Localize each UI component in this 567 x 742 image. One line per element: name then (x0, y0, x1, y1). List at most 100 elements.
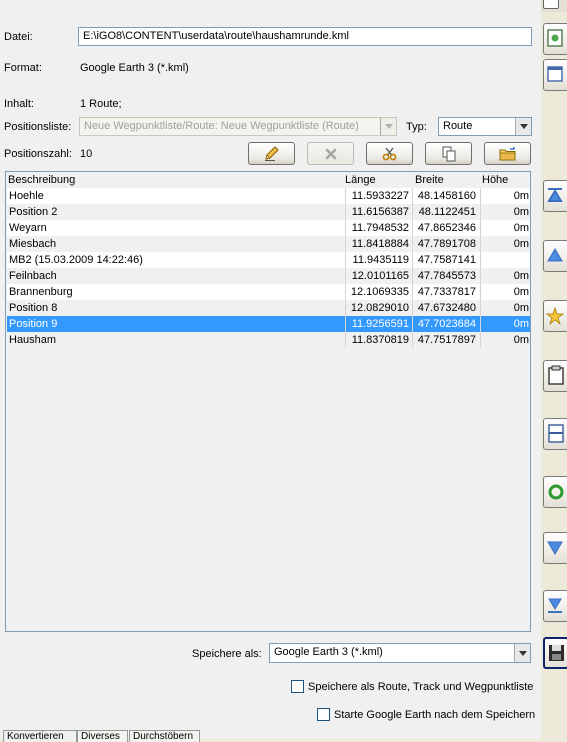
table-row[interactable]: Hoehle 11.5933227 48.1458160 0m (7, 188, 530, 204)
main-panel: Datei: E:\iGO8\CONTENT\userdata\route\ha… (0, 0, 541, 742)
column-divider (412, 188, 413, 348)
new-file-button[interactable] (543, 23, 567, 55)
cell-breite: 47.7517897 (417, 334, 476, 346)
cell-breite: 48.1122451 (418, 206, 476, 218)
cell-breite: 47.6732480 (417, 302, 476, 314)
cell-laenge: 11.5933227 (351, 190, 409, 202)
table-row[interactable]: Position 8 12.0829010 47.6732480 0m (7, 300, 530, 316)
arrow-down-icon (547, 541, 563, 555)
col-header-beschreibung[interactable]: Beschreibung (8, 172, 75, 188)
paste-button[interactable] (484, 142, 531, 165)
column-divider (480, 188, 481, 348)
cell-beschreibung: Position 9 (9, 318, 58, 330)
move-bottom-button[interactable] (543, 590, 567, 622)
typ-label: Typ: (406, 121, 427, 133)
globe-file-icon (547, 29, 563, 47)
cell-beschreibung: Position 2 (9, 206, 58, 218)
cell-hoehe: 0m (513, 238, 529, 250)
open-file-button[interactable] (543, 59, 567, 91)
inhalt-label: Inhalt: (4, 98, 34, 110)
move-top-button[interactable] (543, 180, 567, 212)
cell-beschreibung: Miesbach (9, 238, 57, 250)
save-format-value: Google Earth 3 (*.kml) (274, 646, 383, 658)
col-header-laenge[interactable]: Länge (345, 172, 376, 188)
position-list[interactable]: Beschreibung Länge Breite Höhe Hoehle 11.… (5, 171, 531, 632)
save-route-track-label: Speichere als Route, Track und Wegpunktl… (308, 681, 534, 693)
tab-bar: Konvertieren Diverses Durchstöbern (0, 730, 541, 742)
cell-breite: 47.7023684 (417, 318, 476, 330)
save-disk-icon (549, 645, 564, 661)
tab-diverses[interactable]: Diverses (77, 730, 128, 742)
scissors-icon (382, 147, 396, 160)
save-button[interactable] (543, 637, 567, 669)
format-label: Format: (4, 62, 42, 74)
paste-folder-icon (499, 146, 515, 160)
typ-select[interactable]: Route (438, 117, 532, 136)
table-row[interactable]: Position 9 11.9256591 47.7023684 0m (7, 316, 530, 332)
col-header-hoehe[interactable]: Höhe (482, 172, 508, 188)
insert-button[interactable] (543, 300, 567, 332)
cell-hoehe: 0m (513, 302, 529, 314)
cell-beschreibung: Feilnbach (9, 270, 57, 282)
datei-label: Datei: (4, 31, 33, 43)
cell-breite: 47.7587141 (417, 254, 476, 266)
column-divider (345, 188, 346, 348)
start-google-earth-checkbox[interactable] (317, 708, 330, 721)
arrow-up-icon (547, 248, 563, 262)
format-value: Google Earth 3 (*.kml) (80, 62, 189, 74)
cell-breite: 47.8652346 (417, 222, 476, 234)
positionszahl-value: 10 (80, 148, 93, 160)
tab-durchstoebern[interactable]: Durchstöbern (129, 730, 200, 742)
typ-dropdown-icon[interactable] (515, 118, 531, 135)
table-row[interactable]: MB2 (15.03.2009 14:22:46) 11.9435119 47.75… (7, 252, 530, 268)
split-list-icon (548, 424, 564, 443)
delete-button[interactable] (307, 142, 354, 165)
cell-laenge: 12.1069335 (350, 286, 409, 298)
datei-field[interactable]: E:\iGO8\CONTENT\userdata\route\haushamru… (78, 27, 532, 46)
positionsliste-dropdown-icon[interactable] (380, 118, 396, 135)
refresh-icon (548, 484, 564, 500)
table-row[interactable]: Brannenburg 12.1069335 47.7337817 0m (7, 284, 530, 300)
col-header-breite[interactable]: Breite (415, 172, 444, 188)
restore-window-icon[interactable] (543, 0, 559, 9)
copy-button[interactable] (425, 142, 472, 165)
table-row[interactable]: Position 2 11.6156387 48.1122451 0m (7, 204, 530, 220)
cell-beschreibung: Position 8 (9, 302, 58, 314)
table-row[interactable]: Miesbach 11.8418884 47.7891708 0m (7, 236, 530, 252)
cell-beschreibung: Weyarn (9, 222, 47, 234)
move-down-button[interactable] (543, 532, 567, 564)
cell-beschreibung: MB2 (15.03.2009 14:22:46) (9, 254, 143, 266)
table-row[interactable]: Feilnbach 12.0101165 47.7845573 0m (7, 268, 530, 284)
delete-x-icon (325, 148, 336, 159)
save-format-select[interactable]: Google Earth 3 (*.kml) (269, 643, 531, 663)
cell-hoehe: 0m (513, 206, 529, 218)
cell-hoehe: 0m (513, 190, 529, 202)
refresh-button[interactable] (543, 476, 567, 508)
window-controls (541, 0, 567, 12)
cell-laenge: 11.9256591 (351, 318, 409, 330)
tab-konvertieren[interactable]: Konvertieren (3, 730, 77, 742)
pencil-icon (264, 145, 279, 161)
edit-button[interactable] (248, 142, 295, 165)
cut-button[interactable] (366, 142, 413, 165)
positionszahl-label: Positionszahl: (4, 148, 72, 160)
clipboard-icon (548, 365, 564, 385)
cell-laenge: 11.7948532 (351, 222, 409, 234)
clipboard-button[interactable] (543, 360, 567, 392)
cell-hoehe: 0m (513, 286, 529, 298)
move-top-icon (547, 188, 563, 202)
save-format-dropdown-icon[interactable] (514, 644, 530, 662)
move-up-button[interactable] (543, 240, 567, 272)
save-route-track-checkbox[interactable] (291, 680, 304, 693)
split-button[interactable] (543, 418, 567, 450)
positionsliste-select[interactable]: Neue Wegpunktliste/Route: Neue Wegpunktl… (79, 117, 397, 136)
cell-laenge: 11.9435119 (352, 254, 409, 266)
cell-hoehe: 0m (513, 318, 529, 330)
cell-breite: 47.7337817 (417, 286, 476, 298)
positionsliste-value: Neue Wegpunktliste/Route: Neue Wegpunktl… (84, 120, 359, 132)
table-row[interactable]: Weyarn 11.7948532 47.8652346 0m (7, 220, 530, 236)
cell-beschreibung: Hausham (9, 334, 57, 346)
cell-beschreibung: Brannenburg (9, 286, 73, 298)
window-icon (547, 66, 563, 82)
table-row[interactable]: Hausham 11.8370819 47.7517897 0m (7, 332, 530, 348)
